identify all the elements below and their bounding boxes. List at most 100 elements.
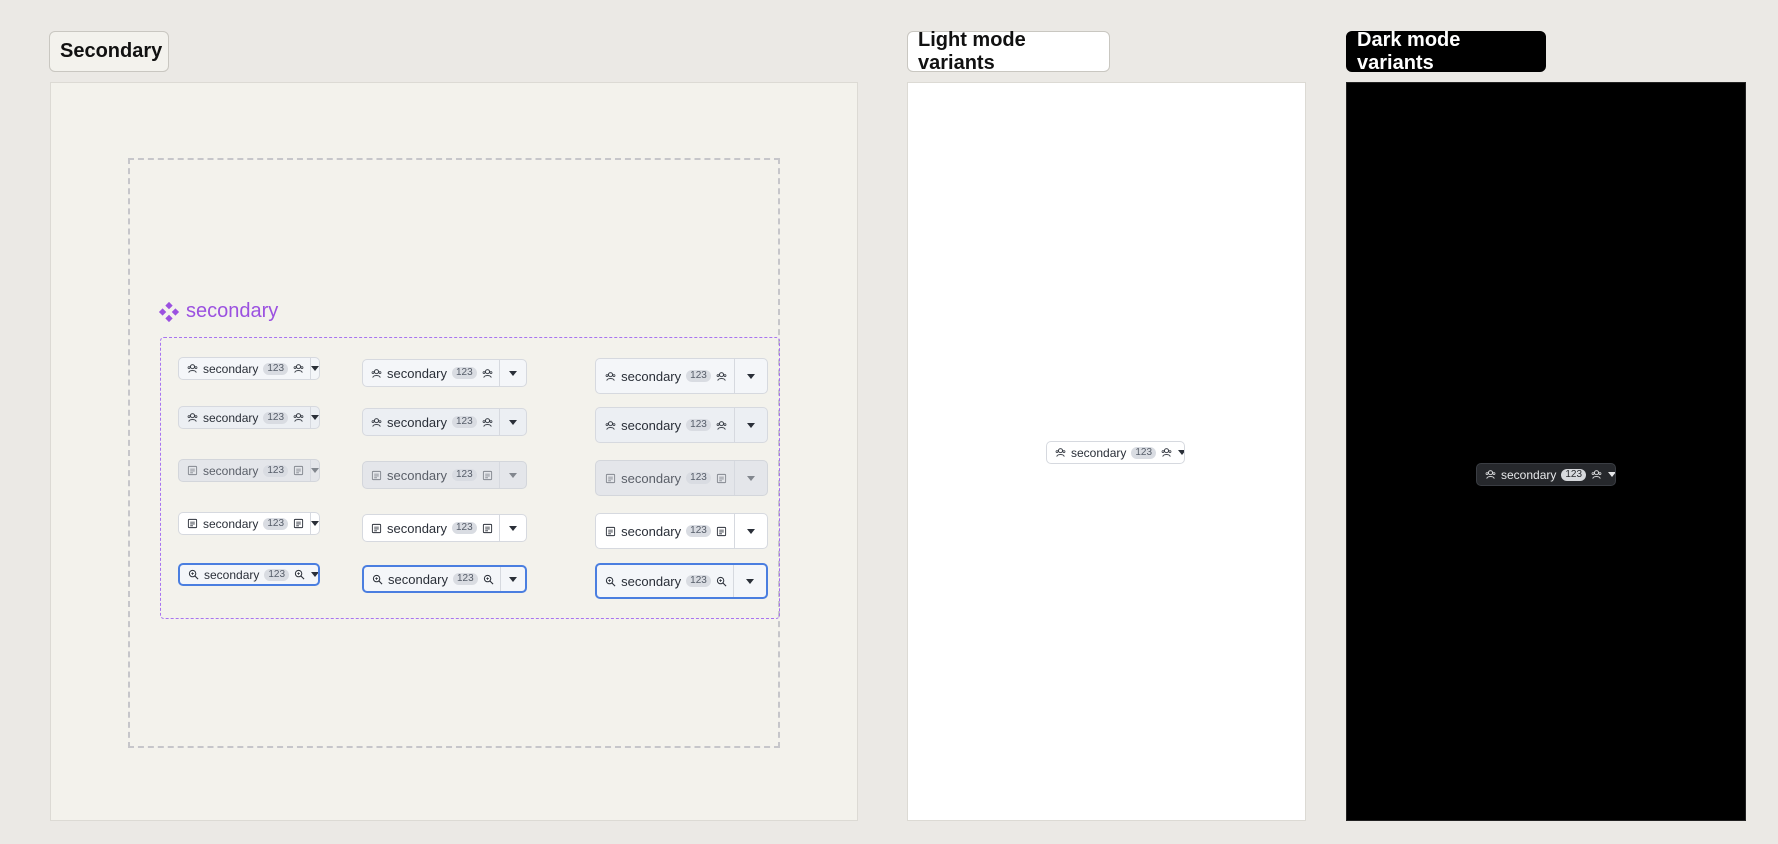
user-group-icon <box>293 413 304 422</box>
split-button-default-small[interactable]: secondary 123 <box>178 357 320 380</box>
zoom-icon <box>716 576 727 586</box>
count-badge: 123 <box>686 472 711 484</box>
caret-down-icon <box>747 528 755 534</box>
list-box-icon <box>371 523 382 533</box>
user-group-icon <box>1485 470 1496 479</box>
split-button-main[interactable]: secondary 123 <box>363 409 499 435</box>
split-button-main[interactable]: secondary 123 <box>179 460 310 481</box>
count-badge: 123 <box>451 416 477 428</box>
dropdown-toggle[interactable] <box>500 360 526 386</box>
split-button-label: secondary <box>387 467 447 483</box>
split-button-default-medium[interactable]: secondary 123 <box>362 359 527 387</box>
split-button-main[interactable]: secondary 123 <box>597 565 733 597</box>
split-button-main[interactable]: secondary 123 <box>596 359 734 393</box>
caret-down-icon <box>747 475 755 481</box>
user-group-icon <box>1161 448 1172 457</box>
user-group-icon <box>716 371 727 381</box>
dropdown-toggle[interactable] <box>501 567 525 591</box>
list-box-icon <box>606 526 616 536</box>
user-group-icon <box>605 371 616 381</box>
split-button-main[interactable]: secondary 123 <box>363 360 499 386</box>
section-label-secondary: Secondary <box>49 31 169 72</box>
split-button-rest-medium[interactable]: secondary 123 <box>362 514 527 542</box>
split-button-main[interactable]: secondary 123 <box>363 515 499 541</box>
split-button-rest-large[interactable]: secondary 123 <box>595 513 768 549</box>
split-button-label: secondary <box>203 410 259 425</box>
caret-down-icon <box>746 578 754 584</box>
dropdown-toggle[interactable] <box>310 460 319 481</box>
caret-down-icon <box>310 468 319 473</box>
caret-down-icon <box>747 373 755 379</box>
user-group-icon <box>605 420 616 430</box>
split-button-focus-small[interactable]: secondary 123 <box>178 563 320 586</box>
caret-down-icon <box>747 422 755 428</box>
count-badge: 123 <box>263 362 289 375</box>
dropdown-toggle[interactable] <box>735 408 767 442</box>
user-group-icon <box>482 417 493 427</box>
user-group-icon <box>187 413 198 422</box>
dropdown-toggle[interactable] <box>500 515 526 541</box>
split-button-main[interactable]: secondary 123 <box>1477 464 1608 485</box>
count-badge: 123 <box>452 573 478 585</box>
count-badge: 123 <box>686 525 711 537</box>
zoom-icon <box>188 569 199 580</box>
caret-down-icon <box>1608 472 1615 477</box>
split-button-main[interactable]: secondary 123 <box>596 461 734 495</box>
split-button-main[interactable]: secondary 123 <box>180 565 311 584</box>
split-button-rest-small[interactable]: secondary 123 <box>178 512 320 535</box>
user-group-icon <box>293 364 304 373</box>
split-button-main[interactable]: secondary 123 <box>179 513 310 534</box>
component-title-text: secondary <box>186 300 279 322</box>
user-group-icon <box>482 368 493 378</box>
split-button-default-large[interactable]: secondary 123 <box>595 358 768 394</box>
user-group-icon <box>187 364 198 373</box>
count-badge: 123 <box>263 464 289 477</box>
split-button-main[interactable]: secondary 123 <box>179 407 310 428</box>
component-title: secondary <box>158 300 278 323</box>
dark-mode-split-button[interactable]: secondary 123 <box>1476 463 1616 486</box>
dropdown-toggle[interactable] <box>735 359 767 393</box>
split-button-focus-medium[interactable]: secondary 123 <box>362 565 527 593</box>
list-box-icon <box>482 523 492 533</box>
dropdown-toggle[interactable] <box>1608 464 1615 485</box>
split-button-disabled-large[interactable]: secondary 123 <box>595 460 768 496</box>
user-group-icon <box>716 420 727 430</box>
dropdown-toggle[interactable] <box>500 409 526 435</box>
split-button-hover-large[interactable]: secondary 123 <box>595 407 768 443</box>
split-button-main[interactable]: secondary 123 <box>596 514 734 548</box>
split-button-label: secondary <box>203 463 259 478</box>
dropdown-toggle[interactable] <box>734 565 766 597</box>
list-box-icon <box>293 465 304 476</box>
split-button-label: secondary <box>1501 467 1557 482</box>
split-button-label: secondary <box>621 470 682 486</box>
dropdown-toggle[interactable] <box>310 513 319 534</box>
split-button-main[interactable]: secondary 123 <box>364 567 500 591</box>
split-button-hover-medium[interactable]: secondary 123 <box>362 408 527 436</box>
caret-down-icon <box>508 576 517 582</box>
dropdown-toggle[interactable] <box>500 462 526 488</box>
dropdown-toggle[interactable] <box>310 407 319 428</box>
dropdown-toggle[interactable] <box>735 514 767 548</box>
count-badge: 123 <box>451 522 477 534</box>
split-button-label: secondary <box>621 523 682 539</box>
dropdown-toggle[interactable] <box>310 358 319 379</box>
split-button-hover-small[interactable]: secondary 123 <box>178 406 320 429</box>
split-button-label: secondary <box>387 365 447 381</box>
user-group-icon <box>1055 448 1066 457</box>
split-button-main[interactable]: secondary 123 <box>596 408 734 442</box>
split-button-disabled-small[interactable]: secondary 123 <box>178 459 320 482</box>
split-button-label: secondary <box>621 368 682 384</box>
split-button-label: secondary <box>204 567 260 582</box>
dropdown-toggle[interactable] <box>1178 442 1184 463</box>
split-button-focus-large[interactable]: secondary 123 <box>595 563 768 599</box>
light-mode-split-button[interactable]: secondary 123 <box>1046 441 1185 464</box>
list-box-icon <box>187 518 198 529</box>
split-button-main[interactable]: secondary 123 <box>1047 442 1178 463</box>
count-badge: 123 <box>263 411 289 424</box>
dropdown-toggle[interactable] <box>311 565 318 584</box>
split-button-label: secondary <box>1071 445 1127 460</box>
split-button-disabled-medium[interactable]: secondary 123 <box>362 461 527 489</box>
dropdown-toggle[interactable] <box>735 461 767 495</box>
split-button-main[interactable]: secondary 123 <box>363 462 499 488</box>
split-button-main[interactable]: secondary 123 <box>179 358 310 379</box>
